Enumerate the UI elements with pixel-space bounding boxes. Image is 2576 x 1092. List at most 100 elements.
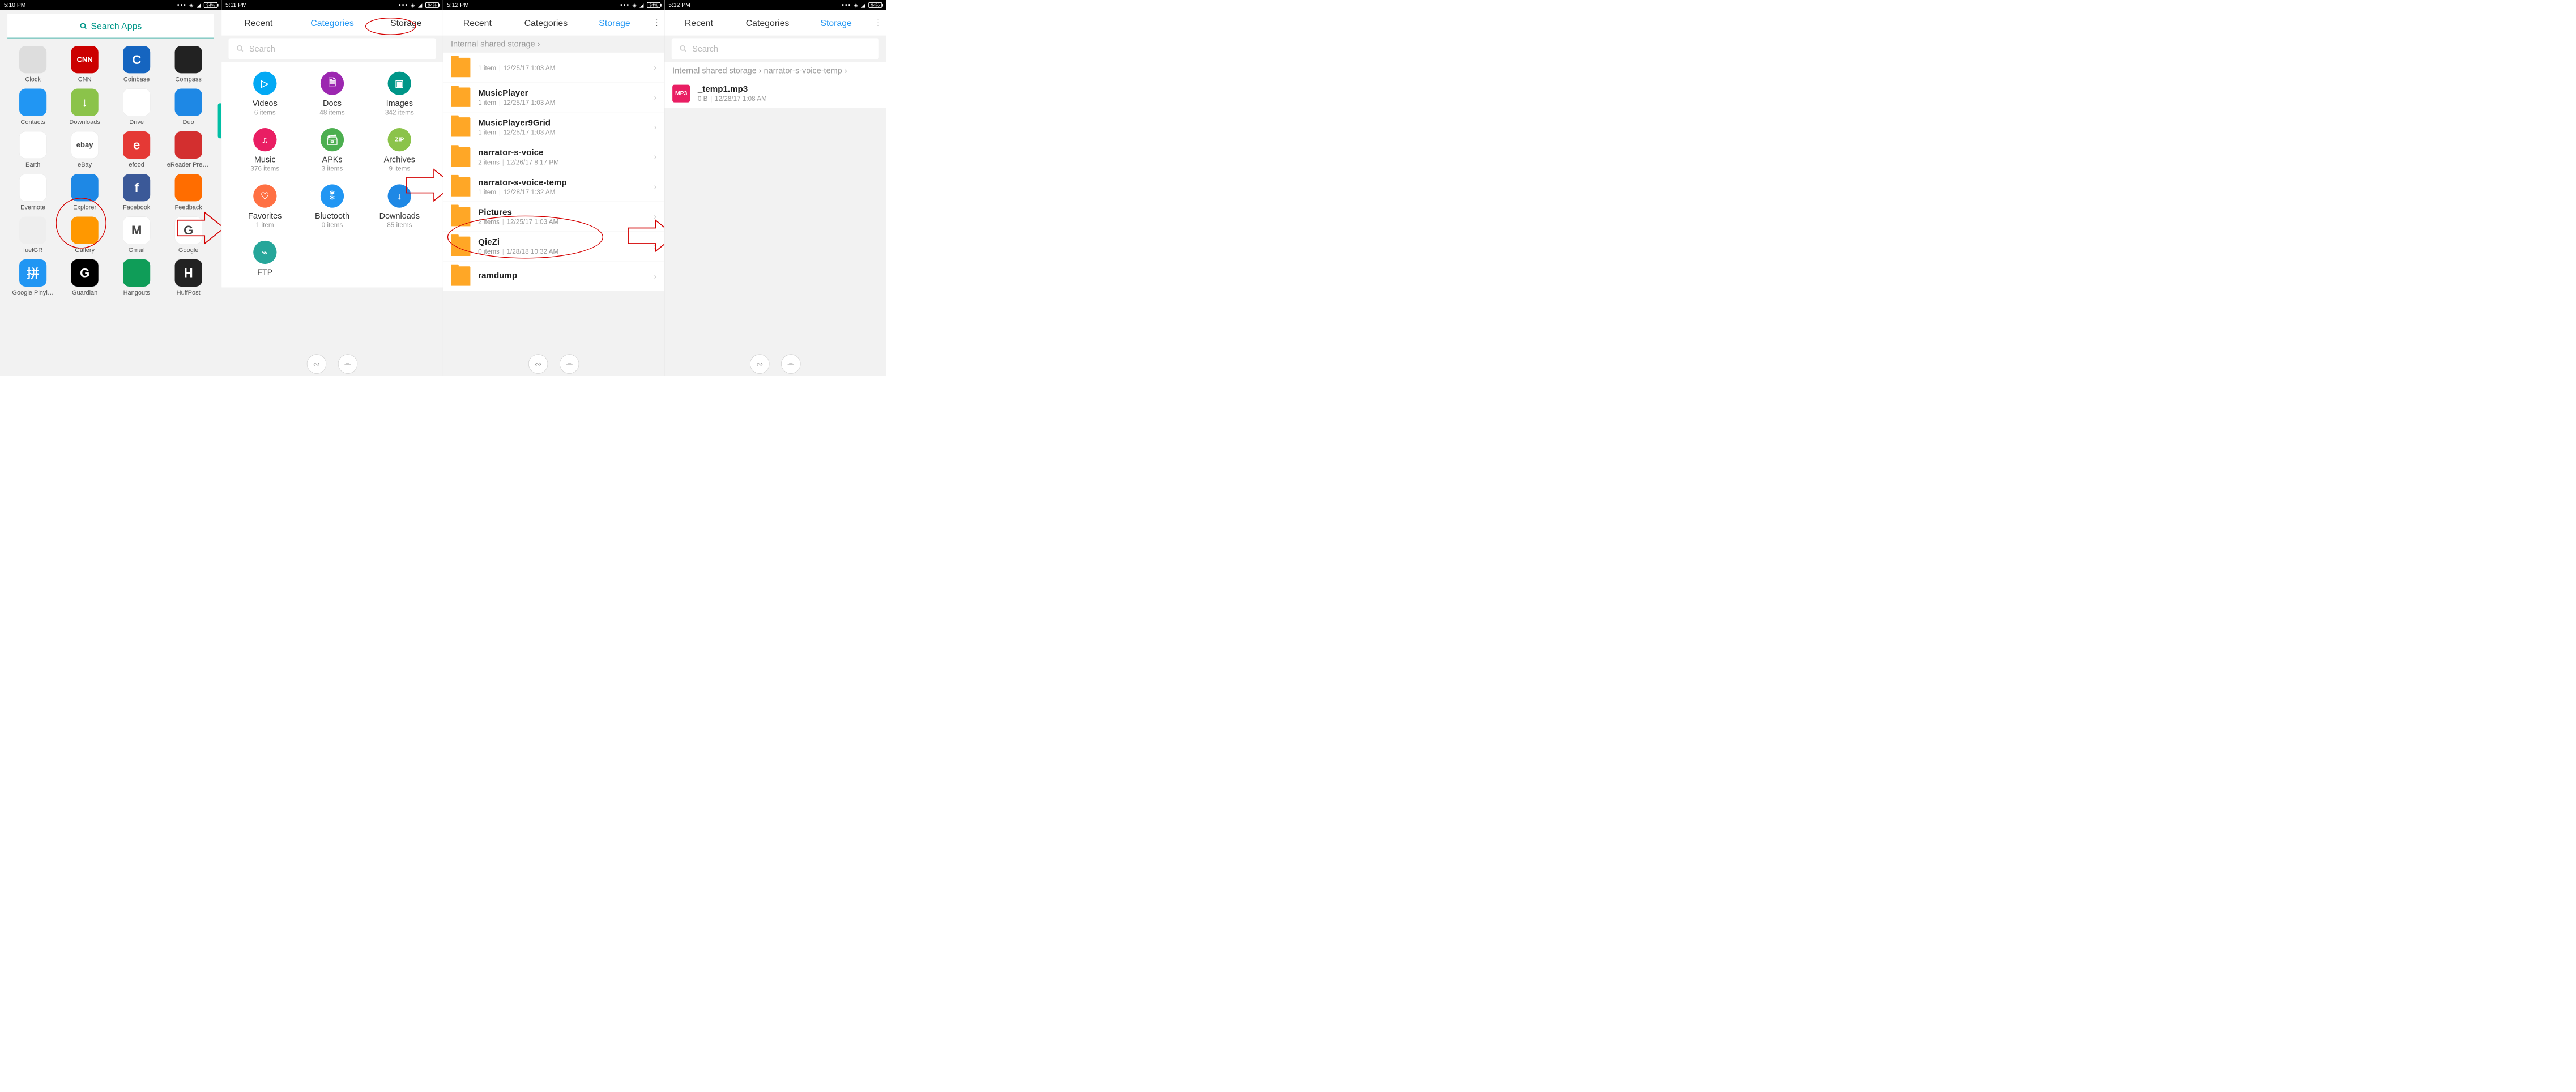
app-launcher-huffpost[interactable]: H HuffPost [163, 259, 215, 296]
category-label: Images [386, 99, 413, 108]
app-launcher-contacts[interactable]: Contacts [7, 89, 59, 126]
app-launcher-evernote[interactable]: Evernote [7, 174, 59, 211]
category-images[interactable]: ▣ Images 342 items [366, 72, 433, 117]
app-launcher-clock[interactable]: Clock [7, 46, 59, 83]
app-icon: M [123, 217, 150, 244]
app-launcher-feedback[interactable]: Feedback [163, 174, 215, 211]
folder-row[interactable]: narrator-s-voice-temp 1 item|12/28/17 1:… [443, 172, 664, 202]
folder-row[interactable]: narrator-s-voice 2 items|12/26/17 8:17 P… [443, 142, 664, 172]
search-box[interactable]: Search [229, 38, 436, 59]
app-launcher-hangouts[interactable]: Hangouts [110, 259, 163, 296]
app-label: eReader Pres… [167, 161, 210, 168]
status-bar: 5:11 PM ••• ◈ ◢ 94% [221, 0, 443, 10]
cleanup-icon[interactable]: ⌯ [338, 354, 357, 373]
tab-categories[interactable]: Categories [733, 18, 801, 28]
folder-name: QieZi [478, 237, 654, 246]
folder-meta: 1 item|12/25/17 1:03 AM [478, 64, 654, 71]
folder-row[interactable]: 1 item|12/25/17 1:03 AM › [443, 53, 664, 83]
category-count: 342 items [385, 109, 414, 116]
chevron-right-icon: › [654, 152, 656, 161]
category-downloads[interactable]: ↓ Downloads 85 items [366, 184, 433, 229]
app-label: Evernote [20, 203, 45, 211]
transfer-icon[interactable]: ∾ [307, 354, 326, 373]
app-launcher-earth[interactable]: Earth [7, 131, 59, 168]
chevron-right-icon: › [654, 212, 656, 221]
category-ftp[interactable]: ⌁ FTP [231, 241, 298, 278]
app-icon [175, 131, 202, 159]
chevron-right-icon: › [845, 66, 847, 75]
app-launcher-efood[interactable]: e efood [110, 131, 163, 168]
app-icon [19, 89, 46, 116]
category-favorites[interactable]: ♡ Favorites 1 item [231, 184, 298, 229]
cleanup-icon[interactable]: ⌯ [560, 354, 579, 373]
app-label: Feedback [174, 203, 202, 211]
app-launcher-ebay[interactable]: ebay eBay [59, 131, 111, 168]
app-launcher-fuelgr[interactable]: fuelGR [7, 217, 59, 254]
app-launcher-ereader-pres-[interactable]: eReader Pres… [163, 131, 215, 168]
folder-row[interactable]: Pictures 2 items|12/25/17 1:03 AM › [443, 202, 664, 232]
app-launcher-coinbase[interactable]: C Coinbase [110, 46, 163, 83]
app-launcher-gmail[interactable]: M Gmail [110, 217, 163, 254]
edge-handle[interactable] [218, 103, 221, 138]
tab-recent[interactable]: Recent [443, 18, 511, 28]
chevron-right-icon: › [654, 182, 656, 191]
tab-storage[interactable]: Storage [580, 18, 649, 28]
menu-dots-icon[interactable]: ⋮ [871, 18, 886, 27]
app-launcher-downloads[interactable]: ↓ Downloads [59, 89, 111, 126]
app-icon: H [175, 259, 202, 287]
category-videos[interactable]: ▷ Videos 6 items [231, 72, 298, 117]
search-icon [80, 23, 88, 31]
file-row[interactable]: MP3 _temp1.mp3 0 B|12/28/17 1:08 AM [664, 79, 886, 108]
search-box[interactable]: Search [672, 38, 879, 59]
category-bluetooth[interactable]: ⁑ Bluetooth 0 items [298, 184, 366, 229]
app-launcher-explorer[interactable]: Explorer [59, 174, 111, 211]
cleanup-icon[interactable]: ⌯ [781, 354, 800, 373]
file-name: _temp1.mp3 [698, 84, 878, 94]
app-launcher-guardian[interactable]: G Guardian [59, 259, 111, 296]
category-docs[interactable]: 🗎 Docs 48 items [298, 72, 366, 117]
tab-categories[interactable]: Categories [295, 18, 369, 28]
tab-categories[interactable]: Categories [511, 18, 580, 28]
app-launcher-gallery[interactable]: Gallery [59, 217, 111, 254]
breadcrumb[interactable]: Internal shared storage › narrator-s-voi… [664, 62, 886, 79]
transfer-icon[interactable]: ∾ [750, 354, 769, 373]
tab-bar: Recent Categories Storage [221, 10, 443, 36]
category-apks[interactable]: 🗃 APKs 3 items [298, 128, 366, 173]
screen-file-view: 5:12 PM ••• ◈ ◢ 94% Recent Categories St… [664, 0, 886, 376]
chevron-right-icon: › [759, 66, 762, 75]
app-icon [175, 46, 202, 73]
category-music[interactable]: ♫ Music 376 items [231, 128, 298, 173]
bottom-toolbar: ∾ ⌯ [443, 354, 664, 373]
tab-storage[interactable]: Storage [369, 18, 443, 28]
screen-categories: 5:11 PM ••• ◈ ◢ 94% Recent Categories St… [221, 0, 443, 376]
status-dots-icon: ••• [842, 2, 851, 8]
folder-name: narrator-s-voice-temp [478, 177, 654, 187]
search-placeholder: Search [692, 44, 718, 54]
tab-recent[interactable]: Recent [664, 18, 733, 28]
app-launcher-cnn[interactable]: CNN CNN [59, 46, 111, 83]
folder-row[interactable]: MusicPlayer9Grid 1 item|12/25/17 1:03 AM… [443, 112, 664, 142]
transfer-icon[interactable]: ∾ [528, 354, 548, 373]
app-icon: ↓ [71, 89, 99, 116]
folder-row[interactable]: MusicPlayer 1 item|12/25/17 1:03 AM › [443, 83, 664, 113]
category-count: 3 items [322, 165, 343, 172]
app-icon [19, 174, 46, 201]
app-launcher-google-pinyi-[interactable]: 拼 Google Pinyi… [7, 259, 59, 296]
wifi-icon: ◈ ◢ [411, 2, 423, 8]
app-launcher-drive[interactable]: Drive [110, 89, 163, 126]
app-launcher-facebook[interactable]: f Facebook [110, 174, 163, 211]
category-icon: ⌁ [253, 241, 276, 264]
app-launcher-compass[interactable]: Compass [163, 46, 215, 83]
breadcrumb[interactable]: Internal shared storage › [443, 36, 664, 53]
tab-recent[interactable]: Recent [221, 18, 295, 28]
app-launcher-google[interactable]: G Google [163, 217, 215, 254]
tab-storage[interactable]: Storage [802, 18, 871, 28]
app-launcher-duo[interactable]: Duo [163, 89, 215, 126]
menu-dots-icon[interactable]: ⋮ [649, 18, 665, 27]
category-archives[interactable]: ZIP Archives 9 items [366, 128, 433, 173]
folder-name: Pictures [478, 207, 654, 217]
app-label: Google [178, 246, 198, 254]
folder-row[interactable]: ramdump › [443, 261, 664, 291]
folder-row[interactable]: QieZi 0 items|1/28/18 10:32 AM › [443, 232, 664, 262]
search-apps-bar[interactable]: Search Apps [7, 14, 214, 39]
